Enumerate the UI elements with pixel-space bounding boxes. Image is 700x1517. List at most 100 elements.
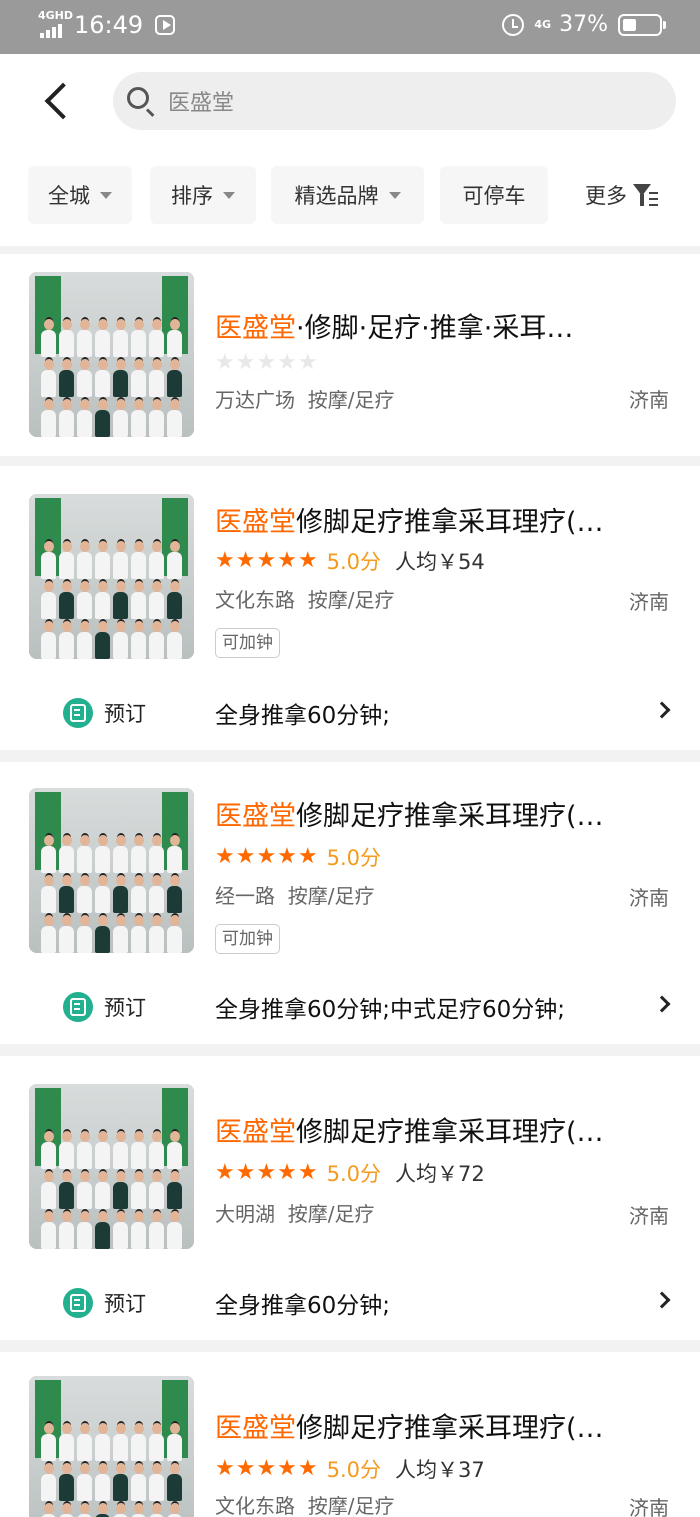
- deal-row[interactable]: 预订 全身推拿60分钟;: [0, 690, 700, 740]
- search-icon: [127, 87, 149, 109]
- feature-tag: 可加钟: [215, 628, 280, 658]
- booking-icon: [63, 1288, 93, 1318]
- star-icon: ★★★★★: [215, 1160, 319, 1185]
- shop-photo: [29, 272, 194, 437]
- filter-icon: [633, 182, 659, 208]
- battery-level: [623, 18, 636, 31]
- city: 济南: [629, 590, 669, 614]
- caret-down-icon: [388, 191, 401, 199]
- filter-area[interactable]: 全城: [28, 166, 132, 224]
- rating: ★★★★★ 5.0分 人均￥37: [215, 1454, 485, 1484]
- listing-title[interactable]: 医盛堂修脚足疗推拿采耳理疗(…: [215, 500, 665, 539]
- filter-sort[interactable]: 排序: [150, 166, 256, 224]
- search-input[interactable]: [168, 72, 648, 130]
- deal-row[interactable]: 预订 全身推拿60分钟;中式足疗60分钟;: [0, 984, 700, 1034]
- rating-score: 5.0分: [326, 846, 382, 870]
- rating: ★★★★★: [215, 352, 319, 374]
- average-price: 人均￥37: [395, 1458, 485, 1482]
- deal-row[interactable]: 预订 全身推拿60分钟;: [0, 1280, 700, 1330]
- listing-meta: 文化东路 按摩/足疗: [215, 584, 394, 613]
- category: 按摩/足疗: [307, 388, 395, 412]
- chevron-right-icon: [653, 995, 671, 1013]
- chevron-right-icon: [653, 1291, 671, 1309]
- booking-icon: [63, 992, 93, 1022]
- city: 济南: [629, 1204, 669, 1228]
- filter-brand[interactable]: 精选品牌: [271, 166, 424, 224]
- listing-title[interactable]: 医盛堂修脚足疗推拿采耳理疗(…: [215, 1406, 665, 1445]
- filter-area-label: 全城: [48, 184, 90, 208]
- title-highlight: 医盛堂: [215, 1117, 296, 1148]
- signal-icon: [40, 24, 62, 38]
- listing-meta: 经一路 按摩/足疗: [215, 880, 374, 909]
- listing-meta: 文化东路 按摩/足疗: [215, 1490, 394, 1517]
- deal-label: 预订: [104, 1292, 146, 1316]
- play-icon: [155, 15, 176, 35]
- city: 济南: [629, 1496, 669, 1517]
- shop-photo: [29, 1084, 194, 1249]
- top-bar: [0, 54, 700, 148]
- caret-down-icon: [100, 191, 112, 199]
- title-rest: ·修脚·足疗·推拿·采耳…: [296, 313, 574, 344]
- status-left: 4GHD 16:49: [38, 10, 176, 40]
- star-icon: ★★★★★: [215, 844, 319, 869]
- category: 按摩/足疗: [307, 1494, 395, 1517]
- title-highlight: 医盛堂: [215, 313, 296, 344]
- listing-card[interactable]: 医盛堂·修脚·足疗·推拿·采耳… ★★★★★ 万达广场 按摩/足疗 济南: [0, 254, 700, 456]
- filter-brand-label: 精选品牌: [294, 184, 379, 208]
- listing-card[interactable]: 医盛堂修脚足疗推拿采耳理疗(… ★★★★★ 5.0分 人均￥37 文化东路 按摩…: [0, 1352, 700, 1517]
- filter-sort-label: 排序: [171, 184, 213, 208]
- filter-more[interactable]: 更多: [572, 166, 672, 224]
- city: 济南: [629, 886, 669, 910]
- title-rest: 修脚足疗推拿采耳理疗(…: [296, 507, 604, 538]
- shop-photo: [29, 1376, 194, 1517]
- shop-photo: [29, 788, 194, 953]
- deal-text: 全身推拿60分钟;中式足疗60分钟;: [215, 997, 566, 1023]
- average-price: 人均￥54: [395, 550, 485, 574]
- network-type: 4G: [534, 17, 552, 31]
- chevron-right-icon: [653, 701, 671, 719]
- shop-photo: [29, 494, 194, 659]
- title-rest: 修脚足疗推拿采耳理疗(…: [296, 1413, 604, 1444]
- title-highlight: 医盛堂: [215, 1413, 296, 1444]
- feature-tag: 可加钟: [215, 924, 280, 954]
- category: 按摩/足疗: [287, 884, 375, 908]
- rating: ★★★★★ 5.0分 人均￥72: [215, 1158, 485, 1188]
- title-rest: 修脚足疗推拿采耳理疗(…: [296, 801, 604, 832]
- rating-score: 5.0分: [326, 550, 382, 574]
- listing-card[interactable]: 医盛堂修脚足疗推拿采耳理疗(… ★★★★★ 5.0分 人均￥72 大明湖 按摩/…: [0, 1056, 700, 1340]
- listing-title[interactable]: 医盛堂·修脚·足疗·推拿·采耳…: [215, 306, 665, 345]
- title-rest: 修脚足疗推拿采耳理疗(…: [296, 1117, 604, 1148]
- area: 文化东路: [215, 1494, 295, 1517]
- clock: 16:49: [74, 11, 144, 39]
- booking-icon: [63, 698, 93, 728]
- area: 经一路: [215, 884, 275, 908]
- status-right: 4G 37%: [502, 12, 666, 37]
- filter-parking-label: 可停车: [462, 184, 526, 208]
- deal-label: 预订: [104, 996, 146, 1020]
- listing-title[interactable]: 医盛堂修脚足疗推拿采耳理疗(…: [215, 794, 665, 833]
- star-icon: ★★★★★: [215, 1456, 319, 1481]
- alarm-icon: [502, 13, 525, 36]
- listing-card[interactable]: 医盛堂修脚足疗推拿采耳理疗(… ★★★★★ 5.0分 经一路 按摩/足疗 济南 …: [0, 762, 700, 1044]
- category: 按摩/足疗: [287, 1202, 375, 1226]
- area: 大明湖: [215, 1202, 275, 1226]
- category: 按摩/足疗: [307, 588, 395, 612]
- title-highlight: 医盛堂: [215, 801, 296, 832]
- title-highlight: 医盛堂: [215, 507, 296, 538]
- listing-title[interactable]: 医盛堂修脚足疗推拿采耳理疗(…: [215, 1110, 665, 1149]
- rating-score: 5.0分: [326, 1162, 382, 1186]
- battery-icon: [618, 13, 666, 36]
- deal-text: 全身推拿60分钟;: [215, 703, 391, 729]
- rating: ★★★★★ 5.0分: [215, 842, 381, 872]
- listing-meta: 大明湖 按摩/足疗: [215, 1198, 374, 1227]
- back-button[interactable]: [38, 80, 78, 124]
- filter-parking[interactable]: 可停车: [440, 166, 548, 224]
- search-box[interactable]: [113, 72, 676, 130]
- status-bar: 4GHD 16:49 4G 37%: [0, 0, 700, 54]
- filter-more-label: 更多: [585, 184, 627, 208]
- filter-bar: 全城 排序 精选品牌 可停车 更多: [0, 148, 700, 246]
- star-icon: ★★★★★: [215, 548, 319, 573]
- listing-meta: 万达广场 按摩/足疗: [215, 384, 394, 413]
- listing-card[interactable]: 医盛堂修脚足疗推拿采耳理疗(… ★★★★★ 5.0分 人均￥54 文化东路 按摩…: [0, 466, 700, 750]
- network-indicator: 4GHD: [38, 10, 73, 40]
